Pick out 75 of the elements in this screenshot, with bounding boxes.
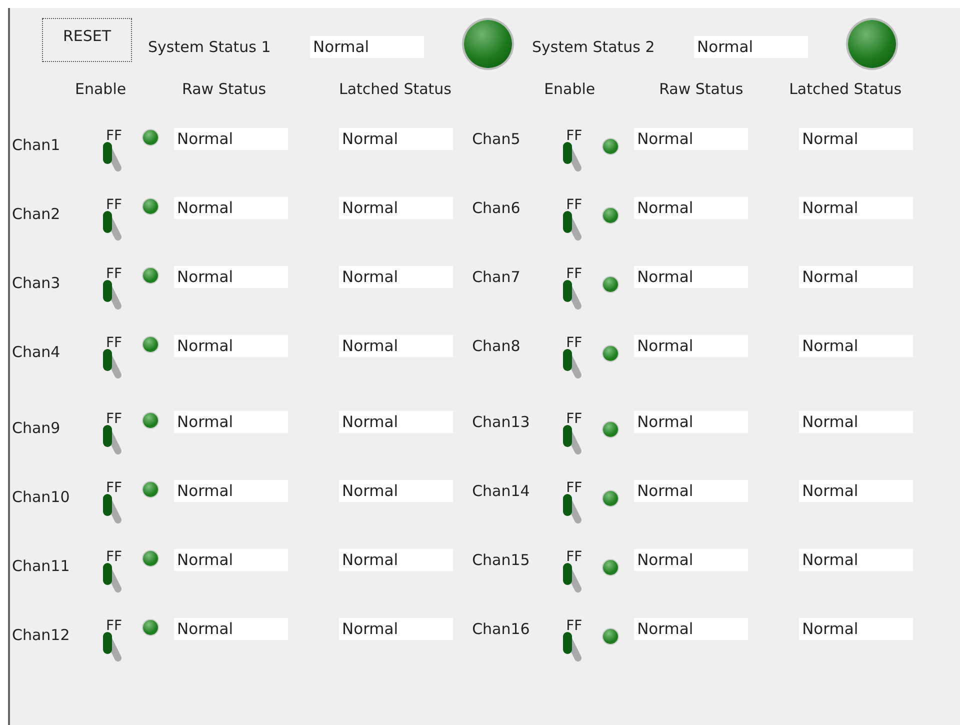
toggle-switch[interactable]: FF — [100, 480, 126, 528]
channel-label: Chan3 — [12, 274, 62, 292]
channel-label: Chan11 — [12, 557, 71, 575]
system-status-field: Normal — [694, 36, 808, 58]
toggle-switch[interactable]: FF — [100, 411, 126, 459]
channel-label: Chan5 — [472, 130, 522, 148]
latched-status-field: Normal — [339, 618, 453, 640]
toggle-switch[interactable]: FF — [560, 411, 586, 459]
channel-label: Chan9 — [12, 419, 62, 437]
toggle-switch[interactable]: FF — [560, 197, 586, 245]
raw-status-field: Normal — [174, 618, 288, 640]
toggle-switch[interactable]: FF — [100, 335, 126, 383]
latched-status-field: Normal — [799, 618, 914, 640]
raw-status-field: Normal — [174, 411, 288, 433]
raw-status-field: Normal — [634, 266, 748, 288]
column-header: Latched Status — [339, 80, 452, 98]
channel-label: Chan8 — [472, 337, 522, 355]
column-header: Raw Status — [659, 80, 744, 98]
raw-status-field: Normal — [174, 480, 288, 502]
system-status-label: System Status 2 — [532, 38, 656, 56]
toggle-switch[interactable]: FF — [560, 335, 586, 383]
latched-status-field: Normal — [339, 128, 453, 150]
column-header: Enable — [544, 80, 596, 98]
channel-label: Chan7 — [472, 268, 522, 286]
column-header: Latched Status — [789, 80, 902, 98]
latched-status-field: Normal — [799, 480, 914, 502]
raw-status-field: Normal — [174, 266, 288, 288]
toggle-switch[interactable]: FF — [560, 618, 586, 666]
raw-status-field: Normal — [634, 411, 748, 433]
raw-status-field: Normal — [634, 128, 748, 150]
toggle-switch[interactable]: FF — [560, 266, 586, 314]
raw-status-field: Normal — [634, 618, 748, 640]
channel-label: Chan15 — [472, 551, 531, 569]
latched-status-field: Normal — [799, 197, 914, 219]
raw-status-field: Normal — [174, 549, 288, 571]
latched-status-field: Normal — [799, 411, 914, 433]
latched-status-field: Normal — [339, 197, 453, 219]
latched-status-field: Normal — [339, 411, 453, 433]
column-header: Enable — [75, 80, 126, 98]
channel-label: Chan14 — [472, 482, 531, 500]
toggle-switch[interactable]: FF — [560, 480, 586, 528]
latched-status-field: Normal — [339, 335, 453, 357]
toggle-switch[interactable]: FF — [100, 266, 126, 314]
reset-button[interactable]: RESET — [42, 18, 132, 62]
raw-status-field: Normal — [634, 480, 748, 502]
latched-status-field: Normal — [339, 266, 453, 288]
channel-label: Chan1 — [12, 136, 62, 154]
toggle-switch[interactable]: FF — [100, 618, 126, 666]
raw-status-field: Normal — [634, 335, 748, 357]
channel-label: Chan10 — [12, 488, 71, 506]
raw-status-field: Normal — [174, 197, 288, 219]
toggle-switch[interactable]: FF — [560, 128, 586, 176]
raw-status-field: Normal — [634, 549, 748, 571]
toggle-switch[interactable]: FF — [100, 197, 126, 245]
channel-label: Chan16 — [472, 620, 531, 638]
toggle-switch[interactable]: FF — [100, 549, 126, 597]
toggle-switch[interactable]: FF — [100, 128, 126, 176]
latched-status-field: Normal — [799, 128, 914, 150]
raw-status-field: Normal — [174, 128, 288, 150]
channel-label: Chan6 — [472, 199, 522, 217]
latched-status-field: Normal — [799, 335, 914, 357]
system-status-label: System Status 1 — [148, 38, 272, 56]
raw-status-field: Normal — [634, 197, 748, 219]
latched-status-field: Normal — [339, 480, 453, 502]
raw-status-field: Normal — [174, 335, 288, 357]
latched-status-field: Normal — [799, 266, 914, 288]
toggle-switch[interactable]: FF — [560, 549, 586, 597]
channel-label: Chan12 — [12, 626, 71, 644]
system-status-field: Normal — [310, 36, 424, 58]
column-header: Raw Status — [182, 80, 266, 98]
latched-status-field: Normal — [339, 549, 453, 571]
latched-status-field: Normal — [799, 549, 914, 571]
channel-label: Chan2 — [12, 205, 62, 223]
channel-label: Chan13 — [472, 413, 531, 431]
channel-label: Chan4 — [12, 343, 62, 361]
